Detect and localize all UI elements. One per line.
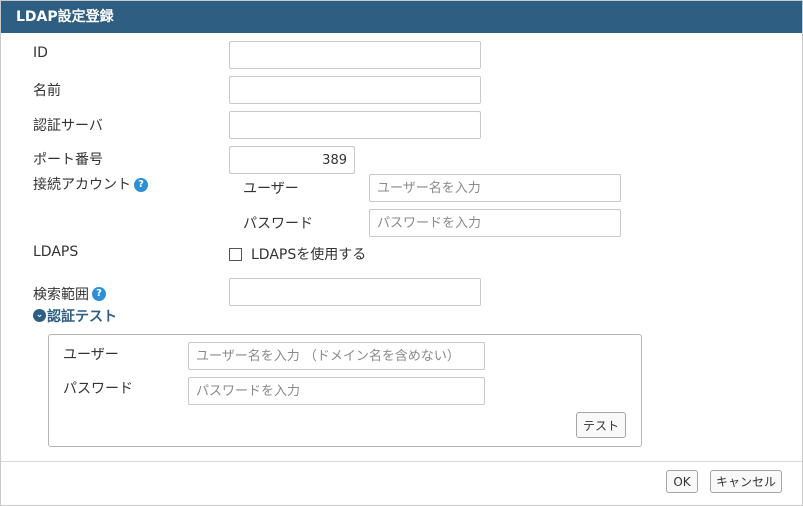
- ok-button[interactable]: OK: [666, 470, 698, 493]
- account-user-input[interactable]: [369, 174, 621, 202]
- account-password-input[interactable]: [369, 209, 621, 237]
- test-button[interactable]: テスト: [576, 412, 626, 438]
- test-user-label: ユーザー: [63, 347, 119, 363]
- connection-account-label: 接続アカウント: [33, 177, 131, 193]
- test-password-label: パスワード: [63, 381, 133, 397]
- search-scope-input[interactable]: [229, 278, 481, 306]
- account-password-label: パスワード: [243, 216, 313, 232]
- dialog-title-bar: LDAP設定登録: [1, 1, 802, 33]
- test-password-input[interactable]: [188, 377, 485, 405]
- name-label: 名前: [33, 83, 61, 99]
- auth-test-panel: ユーザー パスワード テスト: [48, 334, 642, 447]
- ldaps-checkbox[interactable]: [229, 248, 242, 261]
- name-input[interactable]: [229, 76, 481, 104]
- question-circle-icon[interactable]: ?: [92, 287, 106, 301]
- auth-server-label: 認証サーバ: [33, 118, 103, 134]
- dialog-title: LDAP設定登録: [16, 9, 114, 25]
- auth-test-toggle[interactable]: 認証テスト: [47, 306, 117, 326]
- cancel-button[interactable]: キャンセル: [710, 470, 782, 493]
- port-input[interactable]: [229, 146, 355, 174]
- chevron-down-circle-icon[interactable]: ⌄: [33, 309, 46, 322]
- search-scope-label: 検索範囲: [33, 287, 89, 303]
- ldap-settings-dialog: LDAP設定登録 ID 名前 認証サーバ ポート番号 接続アカウント ? ユーザ…: [0, 0, 803, 506]
- auth-server-input[interactable]: [229, 111, 481, 139]
- footer-divider: [1, 461, 802, 462]
- test-user-input[interactable]: [188, 342, 485, 370]
- port-label: ポート番号: [33, 152, 103, 168]
- ldaps-checkbox-label[interactable]: LDAPSを使用する: [251, 244, 366, 264]
- account-user-label: ユーザー: [243, 181, 299, 197]
- id-label: ID: [33, 45, 48, 61]
- id-input[interactable]: [229, 41, 481, 69]
- ldaps-label: LDAPS: [33, 244, 79, 260]
- question-circle-icon[interactable]: ?: [134, 178, 148, 192]
